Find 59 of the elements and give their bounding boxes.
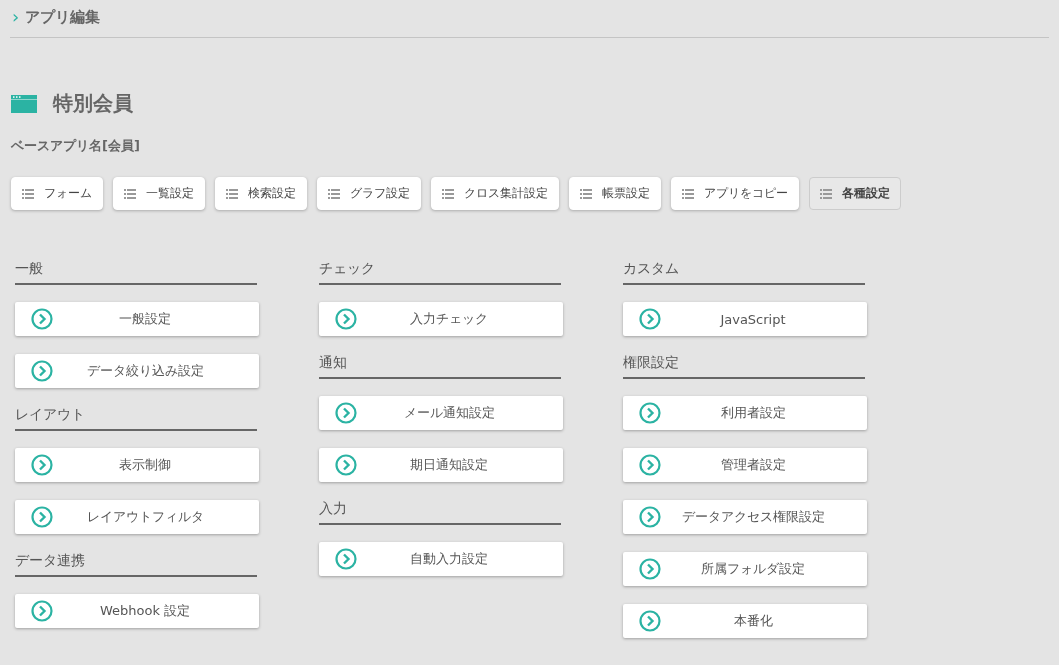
section-heading: データ連携	[15, 552, 257, 577]
chevron-circle-icon	[639, 610, 661, 632]
section-heading: 入力	[319, 500, 561, 525]
settings-button[interactable]: レイアウトフィルタ	[15, 500, 259, 534]
settings-button[interactable]: 一般設定	[15, 302, 259, 336]
settings-button[interactable]: メール通知設定	[319, 396, 563, 430]
chevron-circle-icon	[335, 402, 357, 424]
breadcrumb-chevron: ›	[12, 8, 20, 26]
list-icon	[22, 188, 34, 199]
settings-button[interactable]: 期日通知設定	[319, 448, 563, 482]
chevron-circle-icon	[335, 454, 357, 476]
chevron-circle-icon	[31, 506, 53, 528]
settings-button[interactable]: 管理者設定	[623, 448, 867, 482]
list-icon	[682, 188, 694, 199]
chevron-circle-icon	[639, 506, 661, 528]
breadcrumb-label: アプリ編集	[25, 7, 101, 27]
settings-button[interactable]: 本番化	[623, 604, 867, 638]
settings-button[interactable]: データアクセス権限設定	[623, 500, 867, 534]
chevron-circle-icon	[639, 402, 661, 424]
list-icon	[124, 188, 136, 199]
chevron-circle-icon	[31, 360, 53, 382]
tab[interactable]: アプリをコピー	[671, 177, 799, 210]
chevron-circle-icon	[31, 454, 53, 476]
section-heading: レイアウト	[15, 406, 257, 431]
section-heading: カスタム	[623, 260, 865, 285]
tab[interactable]: 一覧設定	[113, 177, 205, 210]
settings-button[interactable]: 表示制御	[15, 448, 259, 482]
section-heading: 権限設定	[623, 354, 865, 379]
chevron-circle-icon	[335, 308, 357, 330]
chevron-circle-icon	[639, 558, 661, 580]
chevron-circle-icon	[31, 308, 53, 330]
section-heading: 通知	[319, 354, 561, 379]
settings-button[interactable]: 所属フォルダ設定	[623, 552, 867, 586]
base-app-name: ベースアプリ名[会員]	[11, 137, 141, 155]
tab[interactable]: クロス集計設定	[431, 177, 559, 210]
tab[interactable]: 検索設定	[215, 177, 307, 210]
list-icon	[820, 188, 832, 199]
chevron-circle-icon	[335, 548, 357, 570]
settings-button[interactable]: データ絞り込み設定	[15, 354, 259, 388]
app-title: 特別会員	[53, 90, 133, 117]
settings-button[interactable]: 自動入力設定	[319, 542, 563, 576]
tab[interactable]: フォーム	[11, 177, 103, 210]
section-heading: チェック	[319, 260, 561, 285]
section-heading: 一般	[15, 260, 257, 285]
list-icon	[226, 188, 238, 199]
chevron-circle-icon	[31, 600, 53, 622]
list-icon	[580, 188, 592, 199]
tab[interactable]: グラフ設定	[317, 177, 421, 210]
settings-button[interactable]: JavaScript	[623, 302, 867, 336]
window-icon	[11, 94, 37, 113]
settings-button[interactable]: 入力チェック	[319, 302, 563, 336]
list-icon	[442, 188, 454, 199]
chevron-circle-icon	[639, 308, 661, 330]
settings-button[interactable]: 利用者設定	[623, 396, 867, 430]
settings-button[interactable]: Webhook 設定	[15, 594, 259, 628]
chevron-circle-icon	[639, 454, 661, 476]
tab[interactable]: 帳票設定	[569, 177, 661, 210]
list-icon	[328, 188, 340, 199]
tab[interactable]: 各種設定	[809, 177, 901, 210]
